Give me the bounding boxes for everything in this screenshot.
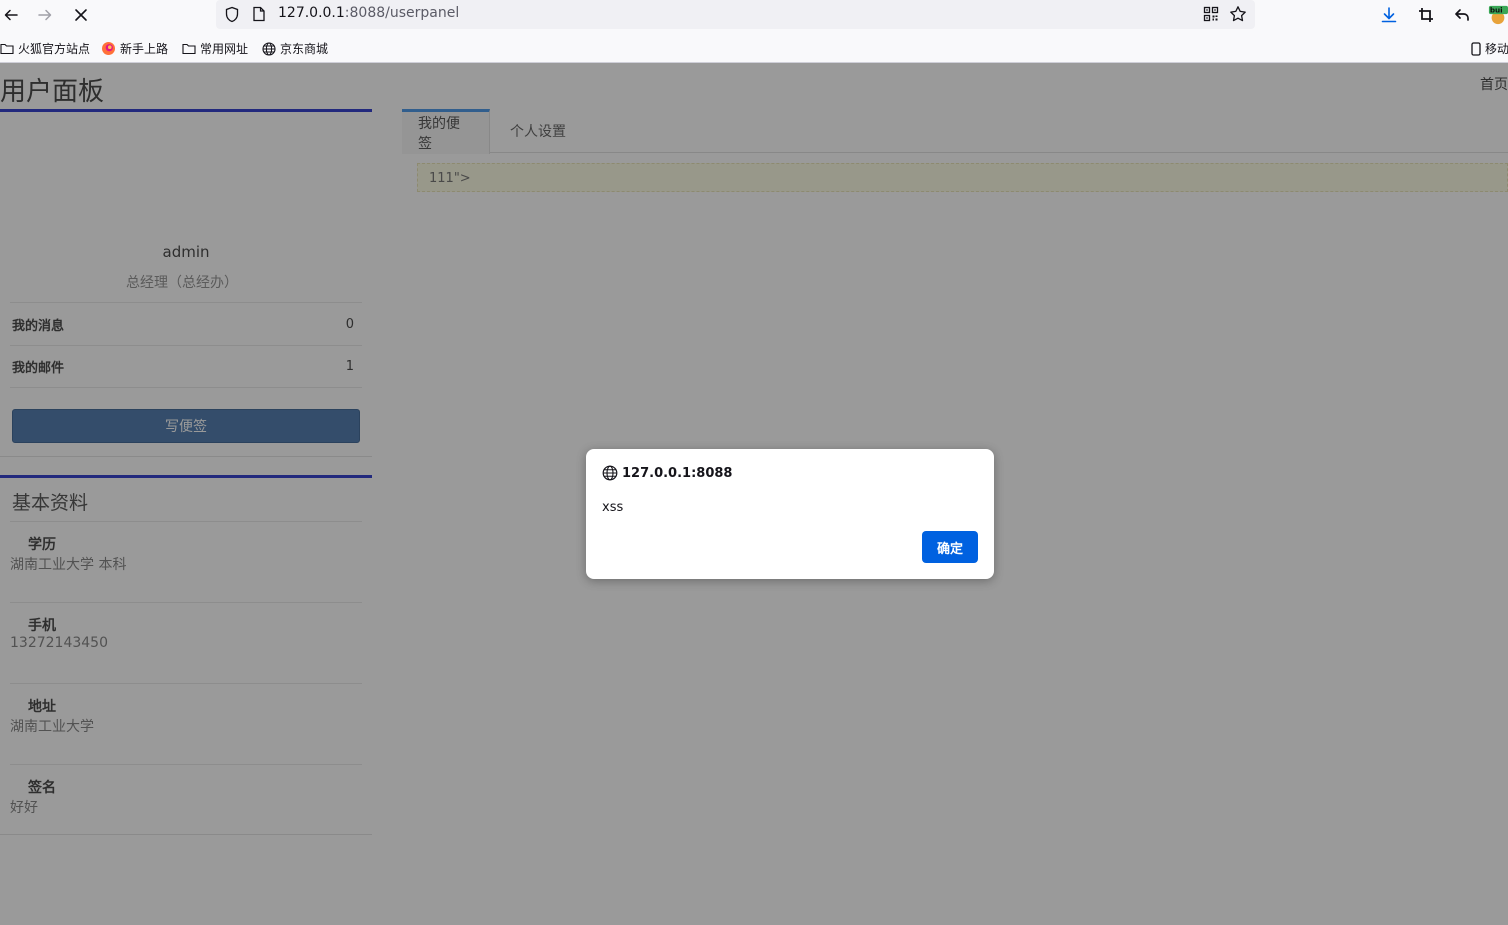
folder-icon	[182, 43, 196, 55]
bookmark-label: 新手上路	[120, 42, 169, 56]
mobile-bookmarks[interactable]: 移动	[1471, 40, 1508, 57]
alert-ok-button[interactable]: 确定	[922, 531, 978, 563]
folder-icon	[0, 43, 14, 55]
bookmark-label: 京东商城	[280, 42, 329, 56]
undo-arrow-icon[interactable]	[1452, 5, 1472, 25]
browser-toolbar: 127.0.0.1:8088/userpanel bui	[0, 0, 1508, 30]
bookmark-star-icon[interactable]	[1229, 5, 1247, 27]
alert-origin-text: 127.0.0.1:8088	[622, 465, 733, 481]
globe-icon	[602, 465, 618, 481]
address-bar[interactable]: 127.0.0.1:8088/userpanel	[216, 0, 1255, 29]
bookmark-item[interactable]: 京东商城	[262, 40, 328, 57]
bookmark-label: 火狐官方站点	[18, 42, 91, 56]
bookmark-item[interactable]: 火狐官方站点	[0, 40, 90, 57]
bookmark-item[interactable]: 新手上路	[101, 40, 168, 57]
mobile-bookmarks-label: 移动	[1485, 42, 1508, 56]
extension-icon[interactable]: bui	[1488, 5, 1508, 25]
screenshot-crop-icon[interactable]	[1416, 5, 1436, 25]
firefox-icon	[101, 41, 116, 56]
alert-message: xss	[602, 500, 624, 515]
page-info-icon[interactable]	[252, 6, 266, 26]
tracking-shield-icon[interactable]	[224, 6, 240, 27]
stop-loading-icon[interactable]	[70, 4, 92, 26]
downloads-icon[interactable]	[1379, 5, 1399, 25]
back-arrow-icon[interactable]	[0, 4, 22, 26]
url-text[interactable]: 127.0.0.1:8088/userpanel	[278, 5, 459, 21]
alert-dialog: 127.0.0.1:8088 xss 确定	[586, 449, 994, 579]
qr-code-icon[interactable]	[1203, 6, 1219, 26]
extension-badge-text: bui	[1490, 6, 1503, 15]
mobile-device-icon	[1471, 41, 1481, 56]
globe-icon	[262, 41, 276, 56]
bookmark-item[interactable]: 常用网址	[182, 40, 248, 57]
alert-origin: 127.0.0.1:8088	[602, 465, 732, 481]
bookmarks-toolbar: 火狐官方站点 新手上路 常用网址 京东商城 移动	[0, 37, 1508, 61]
bookmark-label: 常用网址	[200, 42, 249, 56]
forward-arrow-icon[interactable]	[34, 4, 56, 26]
